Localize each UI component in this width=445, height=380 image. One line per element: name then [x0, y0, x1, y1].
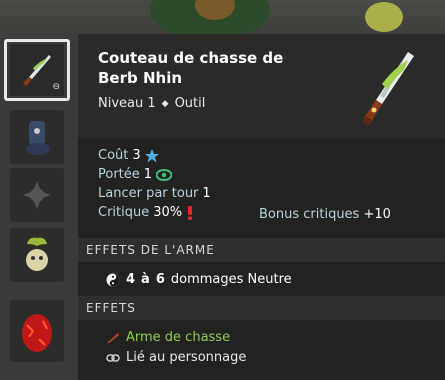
stat-range: Portée 1 [98, 165, 211, 184]
star-icon [144, 148, 159, 162]
section-weapon-effects: EFFETS DE L'ARME [78, 238, 445, 262]
effect-hunting-weapon: Arme de chasse [106, 330, 230, 345]
hunting-icon [107, 332, 119, 343]
stat-critical: Critique 30% [98, 203, 211, 222]
effect-hunting-text: Arme de chasse [126, 330, 231, 345]
red-egg-icon [22, 314, 52, 352]
stat-crit-bonus: Bonus critiques +10 [259, 207, 391, 222]
stat-casts-value: 1 [202, 186, 211, 201]
damage-min: 4 [126, 272, 136, 287]
link-icon [106, 353, 120, 362]
neutral-element-icon [106, 273, 120, 286]
inventory-slot-hunting-knife[interactable]: ⊖ [4, 39, 70, 101]
damage-separator: à [141, 272, 150, 287]
separator-dot: ◆ [161, 98, 169, 109]
stat-crit-value: 30% [153, 205, 183, 220]
plant-pet-icon [26, 237, 48, 271]
stat-range-label: Portée [98, 167, 140, 182]
stat-cost-label: Coût [98, 148, 129, 163]
stat-crit-bonus-label: Bonus critiques [259, 207, 360, 222]
boot-icon [26, 121, 50, 155]
inventory-slot-empty-emblem[interactable] [10, 168, 64, 222]
hunting-knife-illustration [362, 52, 414, 126]
knife-icon [23, 55, 51, 86]
effect-linked-text: Lié au personnage [126, 350, 247, 365]
stat-cost-value: 3 [132, 148, 141, 163]
item-tooltip: Couteau de chasse de Berb Nhin Niveau 1 ◆… [78, 34, 445, 380]
eye-icon [156, 168, 173, 181]
inventory-slot-plant-pet[interactable] [10, 228, 64, 282]
emblem-icon [23, 181, 51, 209]
stat-cost: Coût 3 [98, 146, 211, 165]
damage-type: dommages Neutre [170, 272, 292, 287]
item-name: Couteau de chasse de Berb Nhin [98, 49, 284, 87]
tooltip-header: Couteau de chasse de Berb Nhin Niveau 1 ◆… [78, 34, 445, 138]
stat-range-value: 1 [143, 167, 153, 182]
corner-plant-decoration [365, 2, 403, 32]
effect-linked: Lié au personnage [106, 350, 246, 365]
exclamation-icon [188, 205, 193, 220]
damage-max: 6 [155, 272, 165, 287]
stat-crit-label: Critique [98, 205, 150, 220]
weapon-effect-line: 4 à 6 dommages Neutre [106, 272, 292, 287]
weapon-stats: Coût 3 Portée 1 Lancer par tour 1 Critiq… [98, 146, 211, 222]
item-level: Niveau 1 [98, 96, 156, 111]
stat-casts: Lancer par tour 1 [98, 184, 211, 203]
link-icon: ⊖ [52, 82, 60, 92]
item-type: Outil [174, 96, 206, 111]
inventory-slot-red-egg[interactable] [10, 300, 64, 362]
inventory-slot-boot[interactable] [10, 110, 64, 164]
section-effects: EFFETS [78, 296, 445, 320]
stat-casts-label: Lancer par tour [98, 186, 199, 201]
item-level-type: Niveau 1 ◆ Outil [98, 96, 205, 111]
stat-crit-bonus-value: +10 [363, 207, 391, 222]
